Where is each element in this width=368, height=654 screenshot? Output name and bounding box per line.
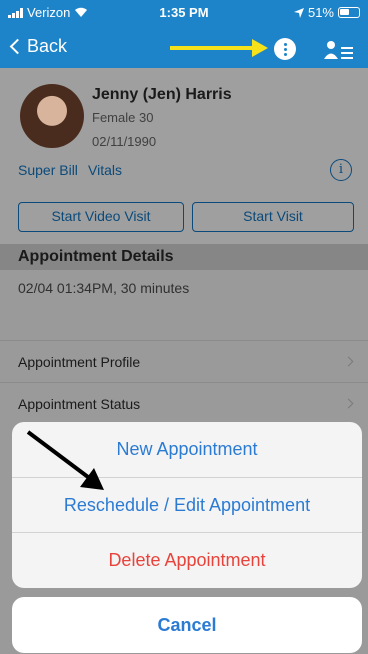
- status-right: 51%: [293, 5, 360, 20]
- patient-gender-age: Female 30: [92, 110, 154, 125]
- new-appointment-button[interactable]: New Appointment: [12, 422, 362, 477]
- top-bar: Verizon 1:35 PM 51% Back: [0, 0, 368, 68]
- reschedule-appointment-button[interactable]: Reschedule / Edit Appointment: [12, 477, 362, 532]
- more-options-icon[interactable]: [274, 38, 296, 60]
- patient-dob: 02/11/1990: [92, 134, 157, 149]
- delete-appointment-button[interactable]: Delete Appointment: [12, 532, 362, 587]
- chevron-right-icon: [343, 356, 354, 367]
- avatar: [20, 84, 84, 148]
- action-sheet: New Appointment Reschedule / Edit Appoin…: [12, 422, 362, 588]
- start-video-visit-button[interactable]: Start Video Visit: [18, 202, 184, 232]
- appointment-status-label: Appointment Status: [18, 396, 141, 412]
- patient-name: Jenny (Jen) Harris: [92, 86, 232, 103]
- person-list-icon[interactable]: [324, 40, 354, 60]
- appointment-profile-label: Appointment Profile: [18, 354, 141, 370]
- appointment-profile-row[interactable]: Appointment Profile: [0, 340, 368, 382]
- back-label: Back: [27, 36, 68, 56]
- status-bar: Verizon 1:35 PM 51%: [0, 0, 368, 24]
- battery-icon: [338, 7, 360, 18]
- cancel-button[interactable]: Cancel: [12, 597, 362, 653]
- back-button[interactable]: Back: [8, 36, 67, 57]
- appointment-status-row[interactable]: Appointment Status: [0, 382, 368, 424]
- info-icon[interactable]: i: [330, 159, 352, 181]
- chevron-left-icon: [9, 38, 26, 55]
- chevron-right-icon: [343, 398, 354, 409]
- start-visit-button[interactable]: Start Visit: [192, 202, 354, 232]
- nav-bar: Back: [0, 30, 368, 68]
- super-bill-link[interactable]: Super Bill: [18, 162, 78, 178]
- appointment-time: 02/04 01:34PM, 30 minutes: [18, 280, 190, 296]
- yellow-arrow-annotation: [170, 39, 268, 57]
- patient-header: Jenny (Jen) Harris Female 30 02/11/1990 …: [0, 68, 368, 244]
- appointment-details-header: Appointment Details: [0, 244, 368, 270]
- location-icon: [293, 7, 304, 18]
- vitals-link[interactable]: Vitals: [88, 162, 122, 178]
- battery-label: 51%: [307, 5, 334, 20]
